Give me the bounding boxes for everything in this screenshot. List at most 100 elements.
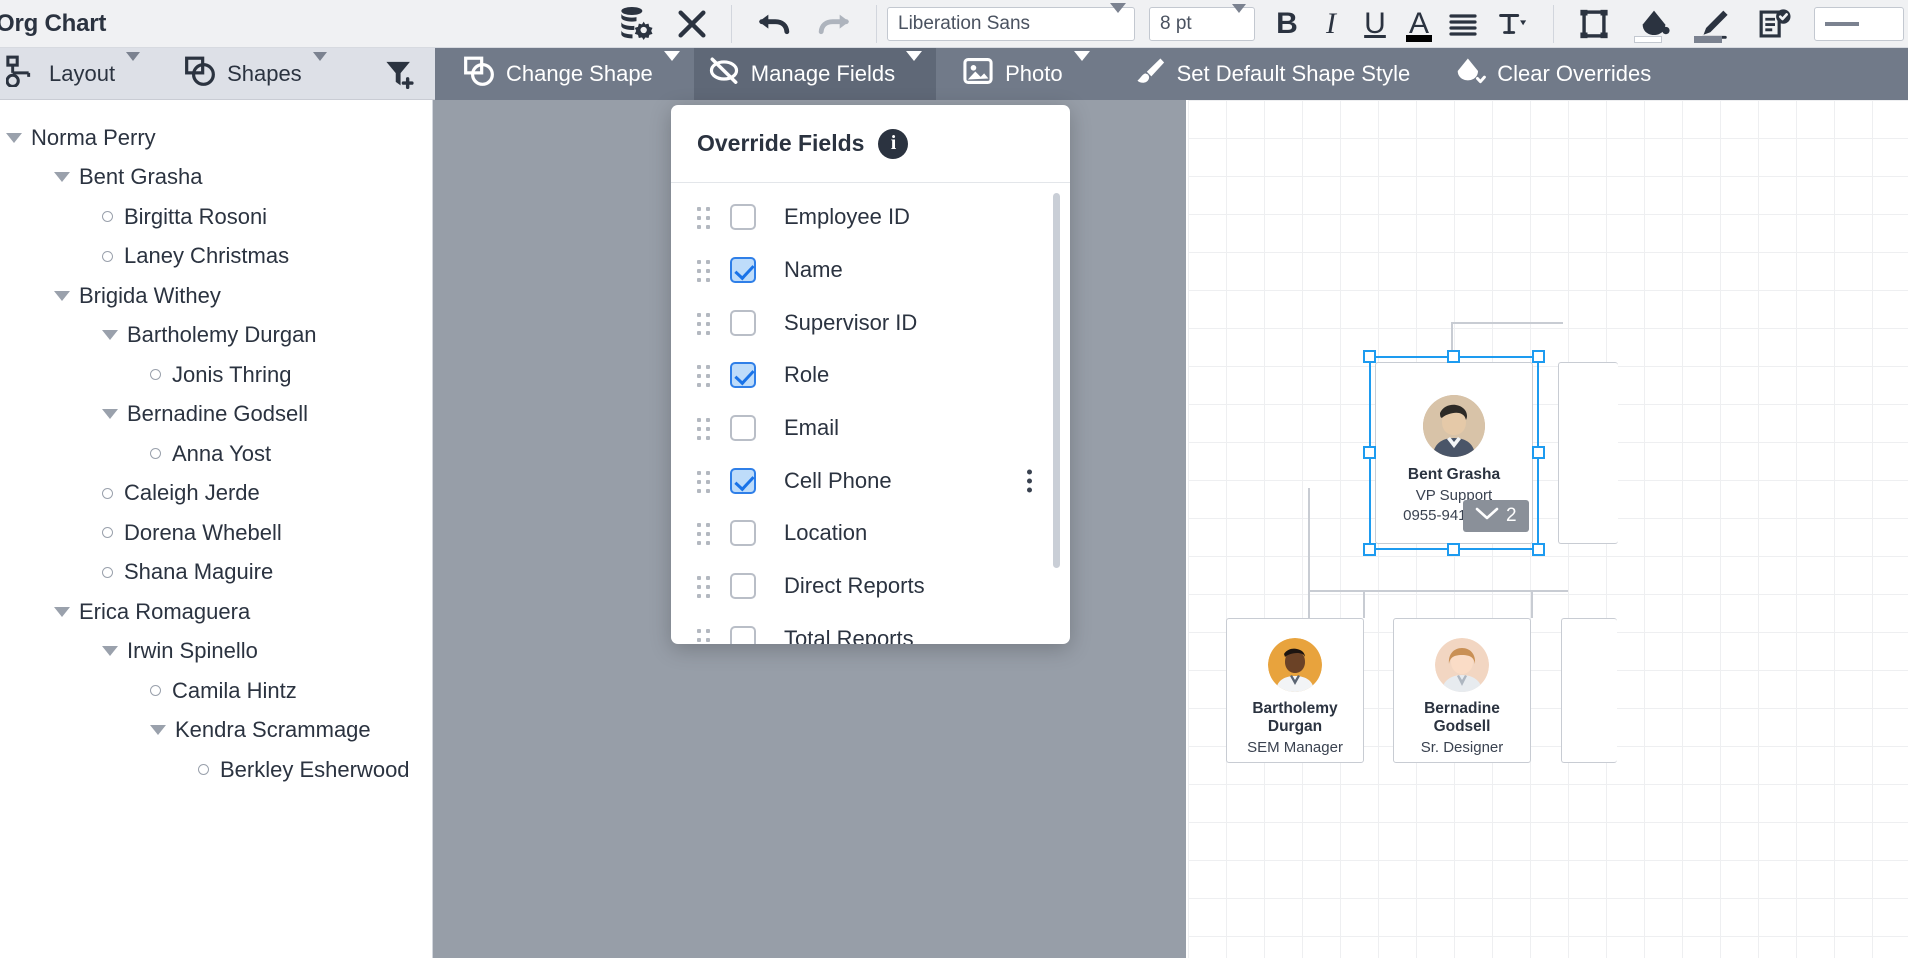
field-row[interactable]: Total Reports (671, 613, 1070, 644)
org-tree-sidebar[interactable]: Norma Perry Bent Grasha Birgitta Rosoni Lan… (0, 100, 433, 958)
field-checkbox[interactable] (730, 309, 756, 336)
field-row[interactable]: Location (671, 507, 1070, 560)
bold-button[interactable]: B (1265, 4, 1309, 44)
field-checkbox[interactable] (730, 573, 756, 600)
tree-item[interactable]: Norma Perry (0, 118, 432, 158)
tree-item[interactable]: Shana Maguire (0, 553, 432, 593)
tree-item[interactable]: Bartholemy Durgan (0, 316, 432, 356)
field-checkbox[interactable] (730, 257, 756, 284)
clear-overrides-button[interactable]: Clear Overrides (1440, 48, 1665, 100)
field-checkbox[interactable] (730, 625, 756, 644)
data-settings-icon[interactable] (609, 2, 663, 46)
dialog-scrollbar[interactable] (1053, 193, 1060, 568)
align-icon[interactable] (1441, 4, 1485, 44)
close-icon[interactable] (663, 2, 721, 46)
field-checkbox[interactable] (730, 362, 756, 389)
set-default-shape-style-button[interactable]: Set Default Shape Style (1120, 48, 1425, 100)
tree-item[interactable]: Birgitta Rosoni (0, 197, 432, 237)
field-row[interactable]: Direct Reports (671, 560, 1070, 613)
field-checkbox[interactable] (730, 520, 756, 547)
field-row[interactable]: Cell Phone (671, 454, 1070, 507)
tree-expand-icon[interactable] (150, 725, 166, 736)
text-options-icon[interactable] (1485, 4, 1543, 44)
info-icon[interactable]: i (878, 128, 909, 159)
drag-handle-icon[interactable] (697, 207, 711, 230)
selection-handle-br[interactable] (1532, 543, 1545, 556)
shapes-button[interactable]: Shapes (170, 48, 341, 100)
field-row[interactable]: Supervisor ID (671, 296, 1070, 349)
drag-handle-icon[interactable] (697, 312, 711, 335)
font-color-button[interactable]: A (1397, 4, 1441, 44)
node-role: SEM Manager (1247, 739, 1343, 757)
tree-expand-icon[interactable] (102, 409, 118, 420)
field-checkbox[interactable] (730, 415, 756, 442)
shapes-label: Shapes (227, 60, 302, 86)
undo-icon[interactable] (742, 2, 804, 46)
tree-item[interactable]: Jonis Thring (0, 355, 432, 395)
drag-handle-icon[interactable] (697, 470, 711, 493)
manage-fields-button[interactable]: Manage Fields (693, 48, 937, 100)
font-family-select[interactable]: Liberation Sans (887, 2, 1135, 41)
drag-handle-icon[interactable] (697, 576, 711, 599)
line-weight-select[interactable] (1814, 6, 1904, 41)
tree-expand-icon[interactable] (102, 646, 118, 657)
tree-item[interactable]: Kendra Scrammage (0, 711, 432, 751)
selection-handle-tc[interactable] (1447, 350, 1460, 363)
font-size-select[interactable]: 8 pt (1149, 3, 1255, 41)
field-row[interactable]: Employee ID (671, 191, 1070, 244)
drag-handle-icon[interactable] (697, 365, 711, 388)
selection-handle-tr[interactable] (1532, 350, 1545, 363)
tree-item[interactable]: Caleigh Jerde (0, 474, 432, 514)
redo-icon[interactable] (804, 2, 866, 46)
tree-item[interactable]: Anna Yost (0, 434, 432, 474)
underline-button[interactable]: U (1353, 4, 1397, 44)
selection-handle-mr[interactable] (1532, 446, 1545, 459)
drag-handle-icon[interactable] (697, 418, 711, 441)
tree-item[interactable]: Berkley Esherwood (0, 750, 432, 790)
italic-button[interactable]: I (1309, 4, 1353, 44)
tree-item[interactable]: Irwin Spinello (0, 632, 432, 672)
org-node-bartholemy-durgan[interactable]: Bartholemy Durgan SEM Manager (1226, 618, 1364, 763)
field-row[interactable]: Email (671, 402, 1070, 455)
drag-handle-icon[interactable] (697, 523, 711, 546)
tree-item[interactable]: Erica Romaguera (0, 592, 432, 632)
tree-item[interactable]: Bent Grasha (0, 158, 432, 198)
drag-handle-icon[interactable] (697, 260, 711, 283)
selection-handle-ml[interactable] (1363, 446, 1376, 459)
tree-item[interactable]: Laney Christmas (0, 237, 432, 277)
tree-expand-icon[interactable] (54, 290, 70, 301)
change-shape-button[interactable]: Change Shape (449, 48, 694, 100)
chevron-down-icon (1232, 3, 1246, 35)
tree-expand-icon[interactable] (54, 606, 70, 617)
org-node-partial-bottom-right[interactable] (1561, 618, 1617, 763)
tree-item[interactable]: Camila Hintz (0, 671, 432, 711)
field-row[interactable]: Name (671, 244, 1070, 297)
field-checkbox[interactable] (730, 204, 756, 231)
field-row[interactable]: Role (671, 349, 1070, 402)
selection-handle-tl[interactable] (1363, 350, 1376, 363)
shape-outline-icon[interactable] (1564, 4, 1624, 44)
layout-button[interactable]: Layout (0, 48, 154, 100)
tree-expand-icon[interactable] (6, 132, 22, 143)
selection-handle-bl[interactable] (1363, 543, 1376, 556)
tree-expand-icon[interactable] (102, 330, 118, 341)
line-color-icon[interactable] (1684, 4, 1744, 44)
tree-item[interactable]: Brigida Withey (0, 276, 432, 316)
fill-color-icon[interactable] (1624, 4, 1684, 44)
field-more-menu-icon[interactable] (1027, 469, 1032, 493)
collapse-toggle-badge[interactable]: 2 (1463, 500, 1529, 532)
photo-button[interactable]: Photo (948, 48, 1104, 100)
tree-item[interactable]: Bernadine Godsell (0, 395, 432, 435)
field-checkbox[interactable] (730, 467, 756, 494)
tree-expand-icon[interactable] (54, 172, 70, 183)
chart-canvas[interactable]: Bent Grasha VP Support 0955-941-5661 2 B… (433, 100, 1908, 958)
shape-style-icon[interactable] (1744, 4, 1806, 44)
tree-item[interactable]: Dorena Whebell (0, 513, 432, 553)
field-list[interactable]: Employee ID Name Supervisor ID Role Email Cel… (671, 183, 1070, 644)
line-color-swatch (1694, 35, 1722, 43)
drag-handle-icon[interactable] (697, 628, 711, 644)
org-node-bernadine-godsell[interactable]: Bernadine Godsell Sr. Designer (1393, 618, 1531, 763)
add-filter-icon[interactable] (369, 48, 435, 100)
org-node-partial-right[interactable] (1558, 362, 1618, 544)
selection-handle-bc[interactable] (1447, 543, 1460, 556)
